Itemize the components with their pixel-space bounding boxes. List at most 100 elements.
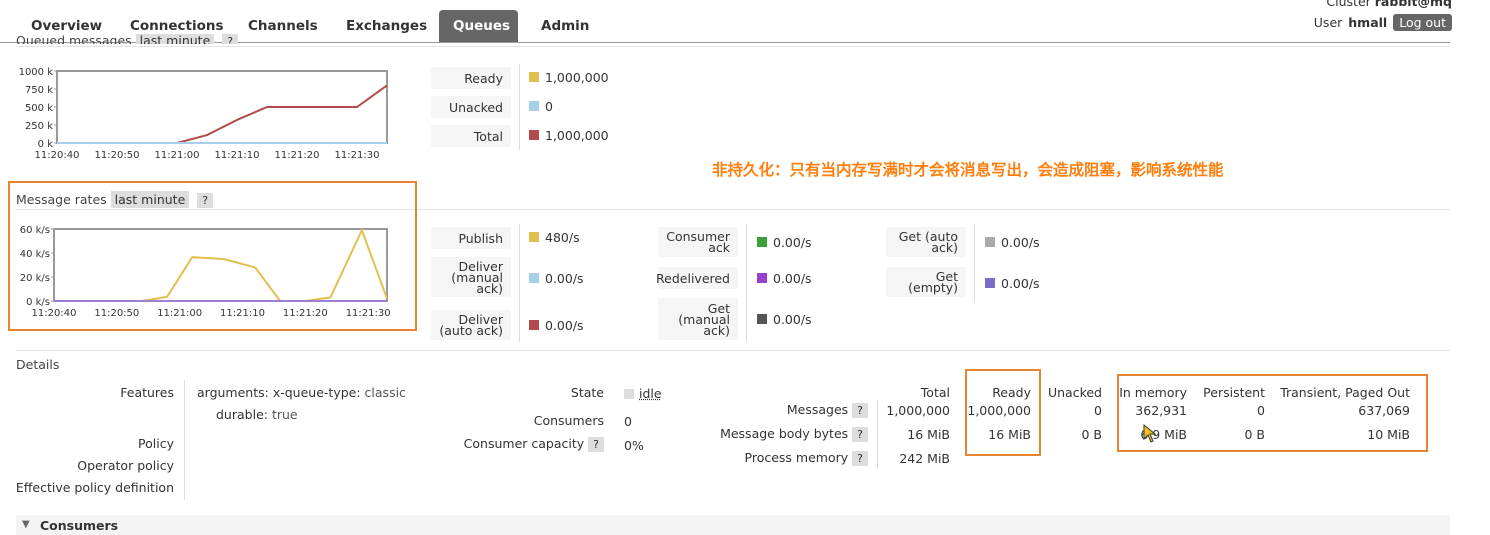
rate-label-redelivered: Redelivered [656,267,738,289]
color-swatch [529,72,539,82]
divider [519,224,520,342]
highlight-box-memory-columns [1117,374,1428,452]
x-tick-label: 11:21:10 [215,150,260,161]
user-info: User hmall Log out [1314,14,1452,31]
cluster-info: Cluster rabbit@mq [1326,0,1452,9]
logout-button[interactable]: Log out [1393,14,1452,31]
rate-label-get-auto: Get (auto ack) [886,227,966,257]
divider [519,64,520,150]
rate-label-get-empty: Get (empty) [886,267,966,297]
rate-consumer-ack: 0.00/s [757,231,812,253]
rate-get-manual: 0.00/s [757,308,812,330]
operator-policy-label: Operator policy [77,458,174,473]
x-tick-label: 11:21:00 [155,150,200,161]
divider [877,400,878,468]
queued-range-selector[interactable]: last minute [135,34,215,44]
help-icon[interactable]: ? [852,427,868,442]
y-tick-label: 0 k [38,139,54,150]
rate-label-get-manual: Get (manual ack) [658,298,738,340]
stat-total: 1,000,000 [529,124,609,146]
divider [184,380,185,500]
divider [746,224,747,342]
collapse-triangle-icon[interactable]: ▼ [22,519,30,530]
y-tick-label: 250 k [25,121,53,132]
user-name: hmall [1348,15,1388,30]
stat-label-ready: Ready [431,67,511,89]
consumers-label: Consumers [533,413,604,428]
color-swatch [529,101,539,111]
queued-x-ticks: 11:20:40 11:20:50 11:21:00 11:21:10 11:21:20… [35,150,380,161]
stat-ready: 1,000,000 [529,66,609,88]
stat-label-total: Total [431,125,511,147]
rate-deliver-manual: 0.00/s [529,267,584,289]
row-label-process-memory: Process memory? [700,450,868,466]
divider [16,46,1450,47]
color-swatch [529,130,539,140]
color-swatch [757,314,767,324]
feature-arguments: arguments: x-queue-type: classic [197,385,406,400]
details-title: Details [16,357,60,372]
tab-admin[interactable]: Admin [527,10,603,42]
help-icon[interactable]: ? [852,451,868,466]
queued-messages-chart: 1000 k 750 k 500 k 250 k 0 k 11:20:40 11:20:5… [19,67,388,161]
y-tick-label: 1000 k [19,67,54,78]
tab-queues[interactable]: Queues [439,10,518,42]
rate-label-consumer-ack: Consumer ack [658,227,738,257]
divider [974,224,975,302]
row-label-message-body-bytes: Message body bytes? [700,426,868,442]
cell-process-memory: 242 MiB [899,451,950,466]
policy-label: Policy [138,436,174,451]
cluster-name: rabbit@mq [1374,0,1452,9]
tab-exchanges[interactable]: Exchanges [332,10,441,42]
annotation-text: 非持久化：只有当内存写满时才会将消息写出，会造成阻塞，影响系统性能 [712,161,1224,179]
rate-deliver-auto: 0.00/s [529,314,584,336]
x-tick-label: 11:21:30 [335,150,380,161]
consumers-section-header[interactable]: ▼ Consumers [16,515,1450,535]
y-tick-label: 750 k [25,85,53,96]
col-header-total: Total [920,385,950,400]
help-icon[interactable]: ? [588,437,604,452]
divider [16,350,1450,351]
cell-messages-total: 1,000,000 [886,403,950,418]
color-swatch [757,273,767,283]
color-swatch [985,237,995,247]
feature-durable: durable: true [216,407,298,422]
color-swatch [529,273,539,283]
x-tick-label: 11:20:50 [95,150,140,161]
help-icon[interactable]: ? [222,34,239,44]
rate-label-deliver-auto: Deliver (auto ack) [431,310,511,340]
color-swatch [757,237,767,247]
consumer-capacity-label: Consumer capacity? [440,436,604,452]
color-swatch [985,278,995,288]
help-icon[interactable]: ? [852,403,868,418]
color-swatch [529,320,539,330]
rate-get-empty: 0.00/s [985,272,1040,294]
cell-bytes-unacked: 0 B [1081,427,1102,442]
rate-label-publish: Publish [431,227,511,249]
cell-bytes-total: 16 MiB [907,427,950,442]
stat-unacked: 0 [529,95,553,117]
rate-get-auto: 0.00/s [985,231,1040,253]
x-tick-label: 11:20:40 [35,150,80,161]
effective-policy-label: Effective policy definition [15,480,174,495]
x-tick-label: 11:21:20 [275,150,320,161]
highlight-box-ready-column [965,369,1041,456]
col-header-unacked: Unacked [1047,385,1102,400]
consumers-value: 0 [624,414,632,429]
rate-publish: 480/s [529,226,580,248]
highlight-box-rates-chart [8,181,417,331]
color-swatch [529,232,539,242]
rate-redelivered: 0.00/s [757,267,812,289]
consumer-capacity-value: 0% [624,438,644,453]
cell-messages-unacked: 0 [1094,403,1102,418]
features-label: Features [120,385,174,400]
row-label-messages: Messages? [700,402,868,418]
stat-label-unacked: Unacked [431,96,511,118]
queued-messages-title: Queued messages last minute ? [16,34,239,44]
state-label: State [570,385,604,400]
queued-y-ticks: 1000 k 750 k 500 k 250 k 0 k [19,67,57,150]
state-value: idle [624,386,662,401]
tab-channels[interactable]: Channels [234,10,332,42]
y-tick-label: 500 k [25,103,53,114]
rate-label-deliver-manual: Deliver (manual ack) [431,257,511,297]
